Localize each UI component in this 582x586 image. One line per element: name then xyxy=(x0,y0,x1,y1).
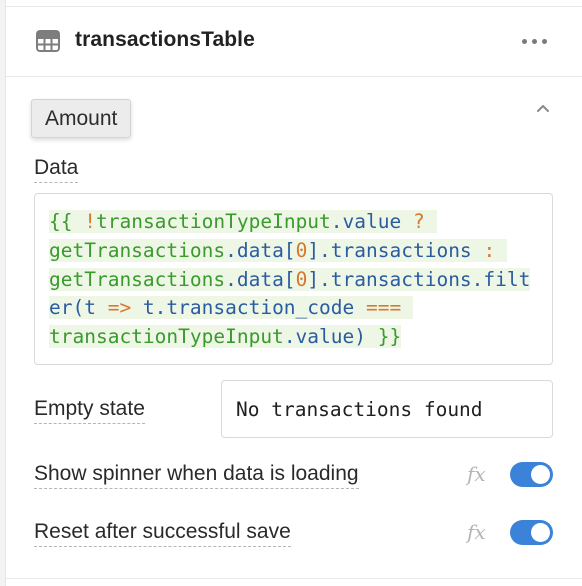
more-dot xyxy=(541,38,547,44)
chevron-up-icon[interactable] xyxy=(535,102,551,114)
code-line: {{ !transactionTypeInput.value ? xyxy=(49,208,552,237)
code-line: getTransactions.data[0].transactions.fil… xyxy=(49,267,531,291)
empty-state-label: Empty state xyxy=(34,397,145,424)
more-options-button[interactable] xyxy=(516,29,552,53)
data-code-editor[interactable]: {{ !transactionTypeInput.value ? getTran… xyxy=(34,193,553,365)
panel-gutter xyxy=(0,0,6,586)
code-line: getTransactions.data[0].transactions : xyxy=(49,237,552,266)
reset-after-save-label: Reset after successful save xyxy=(34,520,291,547)
table-icon xyxy=(36,30,60,52)
fx-icon[interactable]: fx xyxy=(467,462,486,486)
empty-state-input[interactable] xyxy=(221,380,553,438)
component-header: transactionsTable xyxy=(6,7,582,77)
data-label: Data xyxy=(34,156,79,183)
show-spinner-toggle[interactable] xyxy=(510,462,553,487)
show-spinner-label: Show spinner when data is loading xyxy=(34,462,359,489)
more-horizontal-icon xyxy=(521,38,527,44)
component-name[interactable]: transactionsTable xyxy=(75,28,255,52)
code-line: er(t => t.transaction_code === xyxy=(49,294,552,323)
code-line: transactionTypeInput.value) }} xyxy=(49,325,402,349)
tooltip: Amount xyxy=(31,99,132,138)
fx-icon[interactable]: fx xyxy=(467,520,486,544)
reset-after-save-toggle[interactable] xyxy=(510,520,553,545)
more-dot xyxy=(531,38,537,44)
divider xyxy=(6,578,582,579)
